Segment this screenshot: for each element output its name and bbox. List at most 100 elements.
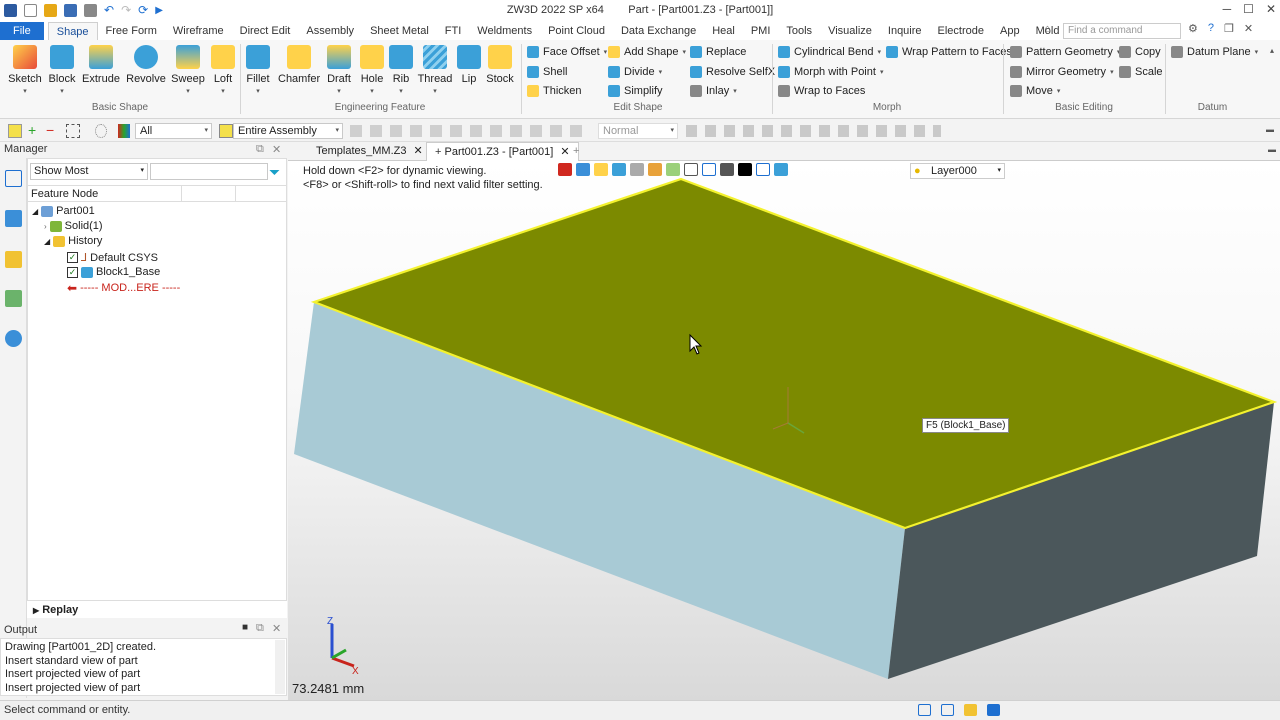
new-tab-button[interactable]: + xyxy=(565,142,587,161)
tree-node-part001[interactable]: ◢ Part001 xyxy=(32,205,95,217)
tab-inquire[interactable]: Inquire xyxy=(880,22,930,40)
replace-button[interactable]: Replace xyxy=(690,46,746,58)
inlay-button[interactable]: Inlay ▾ xyxy=(690,85,737,97)
stock-button[interactable]: Stock xyxy=(480,43,520,85)
assembly-manager-icon[interactable] xyxy=(5,210,22,227)
filter-icon[interactable]: ⏷ xyxy=(269,164,280,181)
graphics-viewport[interactable]: Hold down <F2> for dynamic viewing. <F8>… xyxy=(288,161,1280,700)
thicken-button[interactable]: Thicken xyxy=(527,85,582,97)
chamfer-button[interactable]: Chamfer xyxy=(278,43,320,85)
tab-electrode[interactable]: Electrode xyxy=(930,22,992,40)
history-manager-icon[interactable] xyxy=(5,170,22,187)
resolve-selfx-button[interactable]: Resolve SelfX xyxy=(690,66,775,78)
close-tab-icon[interactable]: ✕ xyxy=(414,145,423,157)
revolve-button[interactable]: Revolve xyxy=(126,43,166,85)
wrap-to-faces-button[interactable]: Wrap to Faces xyxy=(778,85,865,97)
close-icon[interactable]: ✕ xyxy=(1266,2,1276,16)
datum-plane-button[interactable]: Datum Plane ▾ xyxy=(1171,46,1258,58)
tab-pmi[interactable]: PMI xyxy=(743,22,779,40)
filter-select[interactable]: All ▾ xyxy=(135,123,212,139)
shaded-icon[interactable] xyxy=(612,163,626,176)
box-select-icon[interactable] xyxy=(66,124,80,138)
part-library-icon[interactable] xyxy=(5,251,22,268)
output-close-icon[interactable]: ✕ xyxy=(272,622,281,635)
sketch-button[interactable]: Sketch ▾ xyxy=(5,43,45,95)
tab-weldments[interactable]: Weldments xyxy=(469,22,540,40)
render-mode-icon[interactable] xyxy=(630,163,644,176)
tree-node-block1-base[interactable]: ✓ Block1_Base xyxy=(67,266,160,278)
status-display-icon[interactable] xyxy=(941,704,954,716)
copy-button[interactable]: Copy xyxy=(1119,46,1161,58)
tab-wireframe[interactable]: Wireframe xyxy=(165,22,232,40)
extrude-button[interactable]: Extrude xyxy=(81,43,121,85)
scope-select[interactable]: Entire Assembly ▾ xyxy=(233,123,343,139)
divide-button[interactable]: Divide ▾ xyxy=(608,66,662,78)
shell-button[interactable]: Shell xyxy=(527,66,567,78)
3d-block-model[interactable] xyxy=(288,161,1280,700)
help-icon[interactable]: ? xyxy=(1208,22,1214,35)
minimize-icon[interactable]: ─ xyxy=(1223,2,1232,16)
replay-section[interactable]: ▶ Replay xyxy=(27,600,287,618)
loft-button[interactable]: Loft ▾ xyxy=(203,43,243,95)
tab-tools[interactable]: Tools xyxy=(778,22,820,40)
show-most-select[interactable]: Show Most ▾ xyxy=(30,163,148,180)
pattern-geometry-button[interactable]: Pattern Geometry▾ xyxy=(1010,46,1120,58)
tab-visualize[interactable]: Visualize xyxy=(820,22,880,40)
tab-data-exchange[interactable]: Data Exchange xyxy=(613,22,704,40)
rotate-view-icon[interactable] xyxy=(576,163,590,176)
doc-tab-templates[interactable]: Templates_MM.Z3 ✕ xyxy=(308,142,431,161)
move-button[interactable]: Move ▾ xyxy=(1010,85,1060,97)
filter-color-icon[interactable] xyxy=(118,124,130,138)
scope-icon[interactable] xyxy=(219,124,233,138)
expand-icon[interactable]: › xyxy=(44,222,47,231)
standard-views-icon[interactable] xyxy=(720,163,734,176)
wrap-pattern-to-faces-button[interactable]: Wrap Pattern to Faces xyxy=(886,46,1012,58)
tab-app[interactable]: App xyxy=(992,22,1028,40)
fillet-button[interactable]: Fillet ▾ xyxy=(238,43,278,95)
stop-icon[interactable]: ■ xyxy=(242,622,248,633)
pick-icon[interactable] xyxy=(8,124,22,138)
tab-fti[interactable]: FTI xyxy=(437,22,470,40)
tab-assembly[interactable]: Assembly xyxy=(298,22,362,40)
tab-list-icon[interactable]: ▬ xyxy=(1268,145,1276,154)
morph-with-point-button[interactable]: Morph with Point ▾ xyxy=(778,66,883,78)
tree-node-solid[interactable]: › Solid(1) xyxy=(44,220,103,232)
collapse-icon[interactable]: ◢ xyxy=(44,237,50,246)
status-f5-icon[interactable] xyxy=(987,704,1000,716)
background-color-icon[interactable] xyxy=(738,163,752,176)
maximize-icon[interactable]: ☐ xyxy=(1243,2,1254,16)
cylindrical-bend-button[interactable]: Cylindrical Bend ▾ xyxy=(778,46,881,58)
tree-node-default-csys[interactable]: ✓ ⅃ Default CSYS xyxy=(67,251,158,264)
pick-color-icon[interactable] xyxy=(594,163,608,176)
find-command-input[interactable]: Find a command xyxy=(1063,23,1181,39)
visibility-checkbox[interactable]: ✓ xyxy=(67,266,78,278)
scale-button[interactable]: Scale xyxy=(1119,66,1163,78)
face-offset-button[interactable]: Face Offset ▾ xyxy=(527,46,607,58)
add-icon[interactable]: + xyxy=(28,123,42,138)
settings-icon[interactable]: ⚙ xyxy=(1188,22,1198,35)
frame-icon[interactable] xyxy=(684,163,698,176)
ribbon-collapse-icon[interactable]: ▴ xyxy=(1270,46,1274,55)
user-icon[interactable] xyxy=(5,330,22,347)
status-layer-icon[interactable] xyxy=(964,704,977,716)
tab-sheet-metal[interactable]: Sheet Metal xyxy=(362,22,437,40)
wireframe-icon[interactable] xyxy=(756,163,770,176)
tab-file[interactable]: File xyxy=(0,22,44,40)
tab-direct-edit[interactable]: Direct Edit xyxy=(232,22,299,40)
tree-filter-input[interactable] xyxy=(150,163,268,180)
tab-heal[interactable]: Heal xyxy=(704,22,743,40)
visibility-checkbox[interactable]: ✓ xyxy=(67,252,78,263)
tab-free-form[interactable]: Free Form xyxy=(98,22,165,40)
mode-select[interactable]: Normal ▾ xyxy=(598,123,678,139)
home-icon[interactable]: ⌂ xyxy=(1044,23,1051,35)
output-scrollbar[interactable] xyxy=(275,640,285,694)
display-filter-icon[interactable] xyxy=(648,163,662,176)
remove-icon[interactable]: − xyxy=(46,123,60,138)
tree-node-history[interactable]: ◢ History xyxy=(44,235,102,247)
section-view-icon[interactable] xyxy=(666,163,680,176)
manager-pin-icon[interactable]: ⧉ xyxy=(256,143,264,156)
toolbar-menu-icon[interactable]: ▬ xyxy=(1266,125,1274,134)
view-manager-icon[interactable] xyxy=(5,290,22,307)
fit-view-icon[interactable] xyxy=(702,163,716,176)
layer-select[interactable]: ● Layer000 ▾ xyxy=(910,163,1005,179)
